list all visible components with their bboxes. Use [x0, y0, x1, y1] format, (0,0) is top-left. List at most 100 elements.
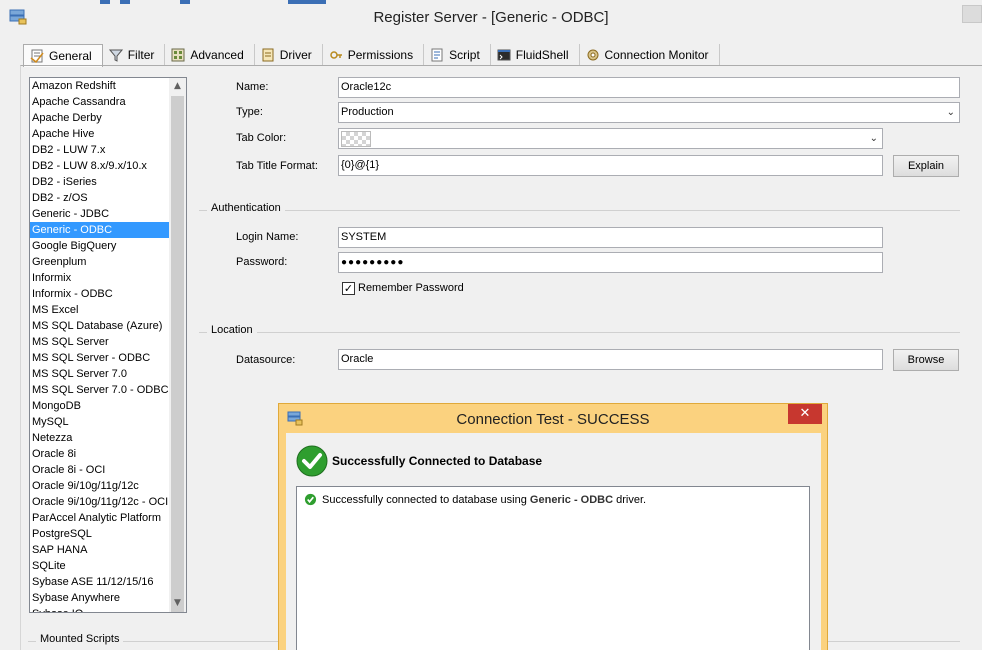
section-title: Authentication	[207, 202, 285, 214]
list-item[interactable]: Informix	[30, 270, 170, 286]
list-scrollbar[interactable]: ▲ ▼	[169, 78, 186, 612]
list-item[interactable]: DB2 - z/OS	[30, 190, 170, 206]
tab-advanced[interactable]: Advanced	[165, 44, 255, 66]
list-item[interactable]: MS SQL Server - ODBC	[30, 350, 170, 366]
type-label: Type:	[236, 106, 263, 118]
tab-driver[interactable]: Driver	[255, 44, 323, 66]
success-message: Successfully connected to database using…	[322, 494, 647, 506]
location-section: Location	[199, 324, 960, 338]
success-check-icon	[304, 493, 317, 506]
section-title: Location	[207, 324, 257, 336]
list-item[interactable]: MySQL	[30, 414, 170, 430]
color-swatch	[341, 131, 371, 147]
tab-script[interactable]: Script	[424, 44, 491, 66]
list-item[interactable]: Oracle 9i/10g/11g/12c	[30, 478, 170, 494]
list-item[interactable]: MS Excel	[30, 302, 170, 318]
tab-bar: General Filter Advanced Driver Permissio…	[23, 44, 720, 67]
tab-permissions[interactable]: Permissions	[323, 44, 425, 66]
list-item[interactable]: Google BigQuery	[30, 238, 170, 254]
scroll-thumb[interactable]	[171, 96, 184, 612]
tab-title-format-field[interactable]: {0}@{1}	[338, 155, 883, 176]
tab-label: Script	[449, 48, 480, 62]
login-name-label: Login Name:	[236, 231, 299, 243]
name-label: Name:	[236, 81, 269, 93]
tab-label: Filter	[127, 48, 155, 62]
type-select[interactable]: Production ⌄	[338, 102, 960, 123]
list-item[interactable]: Apache Cassandra	[30, 94, 170, 110]
list-item[interactable]: MS SQL Server 7.0 - ODBC	[30, 382, 170, 398]
close-button[interactable]: ✕	[788, 404, 822, 424]
datasource-label: Datasource:	[236, 354, 296, 366]
chevron-down-icon: ⌄	[869, 133, 878, 144]
general-icon	[30, 49, 44, 63]
list-item[interactable]: DB2 - LUW 7.x	[30, 142, 170, 158]
scroll-down-icon[interactable]: ▼	[169, 595, 186, 612]
remember-password-checkbox[interactable]: ✓	[342, 282, 355, 295]
password-label: Password:	[236, 256, 288, 268]
tab-color-select[interactable]: ⌄	[338, 128, 883, 149]
tab-label: Permissions	[347, 48, 414, 62]
tab-filter[interactable]: Filter	[103, 44, 166, 66]
list-item[interactable]: Apache Derby	[30, 110, 170, 126]
section-title: Mounted Scripts	[36, 633, 124, 645]
list-item[interactable]: Amazon Redshift	[30, 78, 170, 94]
authentication-section: Authentication	[199, 202, 960, 216]
fluidshell-icon	[497, 49, 511, 61]
tab-label: Driver	[279, 48, 312, 62]
connection-monitor-icon	[587, 49, 598, 61]
list-item[interactable]: PostgreSQL	[30, 526, 170, 542]
list-item[interactable]: MongoDB	[30, 398, 170, 414]
list-item[interactable]: MS SQL Server	[30, 334, 170, 350]
list-item[interactable]: Oracle 8i - OCI	[30, 462, 170, 478]
type-value: Production	[341, 106, 394, 118]
list-item[interactable]: Sybase Anywhere	[30, 590, 170, 606]
tab-label: Connection Monitor	[604, 48, 709, 62]
list-item[interactable]: Sybase IQ	[30, 606, 170, 612]
window-title: Register Server - [Generic - ODBC]	[373, 9, 609, 26]
list-item[interactable]: Oracle 9i/10g/11g/12c - OCI	[30, 494, 170, 510]
name-field[interactable]: Oracle12c	[338, 77, 960, 98]
database-type-items: Amazon Redshift Apache Cassandra Apache De…	[30, 78, 170, 612]
dialog-body: Successfully Connected to Database Succe…	[286, 433, 821, 650]
success-check-icon	[296, 445, 328, 477]
list-item[interactable]: MS SQL Server 7.0	[30, 366, 170, 382]
toolbar-strip	[0, 0, 326, 4]
browse-button[interactable]: Browse	[893, 349, 959, 371]
password-field[interactable]: ●●●●●●●●●	[338, 252, 883, 273]
remember-password-label: Remember Password	[358, 282, 464, 294]
list-item[interactable]: Greenplum	[30, 254, 170, 270]
tab-title-format-label: Tab Title Format:	[236, 160, 318, 172]
tab-label: General	[49, 49, 92, 63]
list-item[interactable]: SQLite	[30, 558, 170, 574]
dialog-heading: Successfully Connected to Database	[332, 454, 543, 468]
list-item[interactable]: DB2 - iSeries	[30, 174, 170, 190]
list-item[interactable]: ParAccel Analytic Platform	[30, 510, 170, 526]
login-name-field[interactable]: SYSTEM	[338, 227, 883, 248]
list-item[interactable]: Informix - ODBC	[30, 286, 170, 302]
list-item[interactable]: DB2 - LUW 8.x/9.x/10.x	[30, 158, 170, 174]
tab-fluidshell[interactable]: FluidShell	[491, 44, 580, 66]
list-item[interactable]: Sybase ASE 11/12/15/16	[30, 574, 170, 590]
list-item[interactable]: Generic - JDBC	[30, 206, 170, 222]
tab-general[interactable]: General	[23, 44, 103, 67]
script-icon	[431, 48, 443, 62]
list-item[interactable]: SAP HANA	[30, 542, 170, 558]
scroll-up-icon[interactable]: ▲	[169, 78, 186, 95]
list-item[interactable]: MS SQL Database (Azure)	[30, 318, 170, 334]
database-type-list[interactable]: Amazon Redshift Apache Cassandra Apache De…	[29, 77, 187, 613]
tab-label: Advanced	[190, 48, 244, 62]
list-item[interactable]: Oracle 8i	[30, 446, 170, 462]
tab-color-label: Tab Color:	[236, 132, 287, 144]
advanced-icon	[171, 48, 185, 62]
list-item[interactable]: Generic - ODBC	[30, 222, 170, 238]
title-bar: Register Server - [Generic - ODBC]	[0, 0, 982, 36]
list-item[interactable]: Netezza	[30, 430, 170, 446]
driver-icon	[262, 48, 274, 62]
tab-label: FluidShell	[515, 48, 569, 62]
tab-connection-monitor[interactable]: Connection Monitor	[580, 44, 720, 66]
explain-button[interactable]: Explain	[893, 155, 959, 177]
driver-name: Generic - ODBC	[529, 494, 614, 506]
datasource-field[interactable]: Oracle	[338, 349, 883, 370]
window-control-button[interactable]	[962, 5, 982, 23]
list-item[interactable]: Apache Hive	[30, 126, 170, 142]
